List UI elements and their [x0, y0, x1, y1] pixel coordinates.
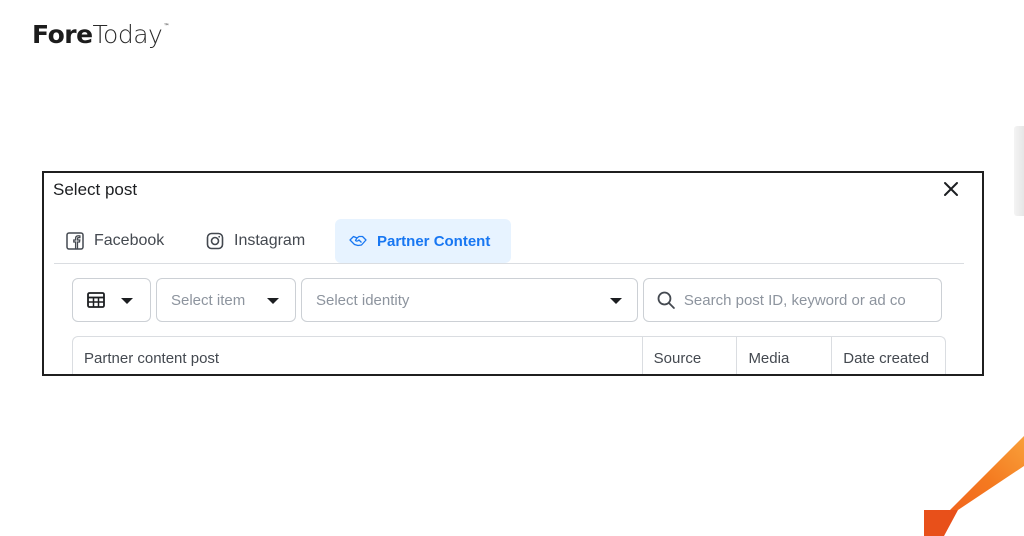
brand-corner-graphic: [924, 436, 1024, 536]
page: Fore Today ™ Select post Facebook Instag…: [0, 0, 1024, 536]
